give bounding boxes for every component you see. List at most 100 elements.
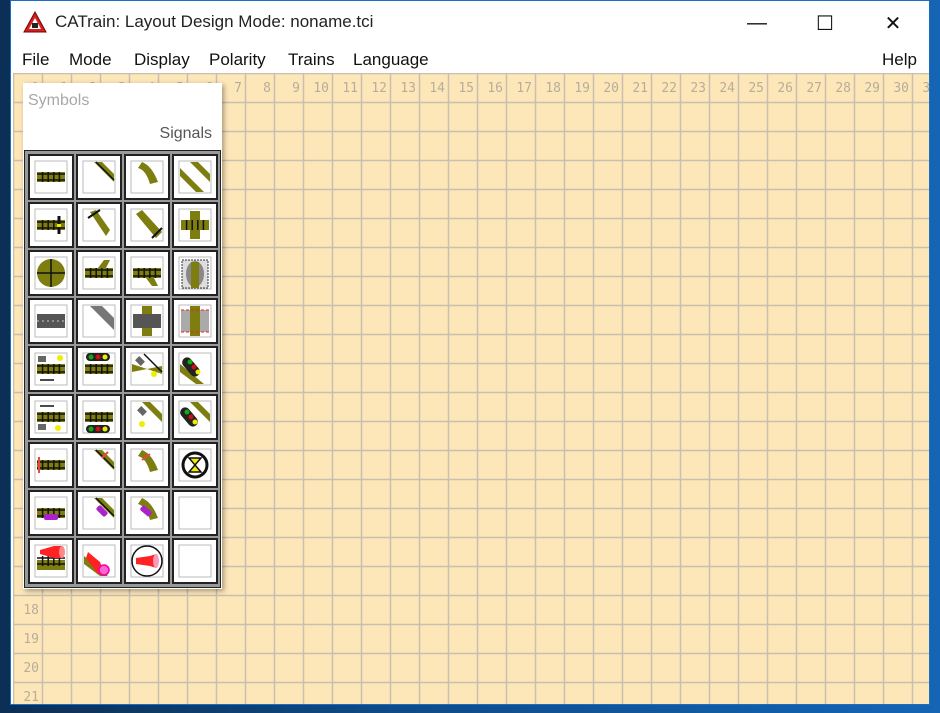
signal-2-aspect-right-icon <box>34 400 68 434</box>
symbol-diagonal-signal-3-aspect[interactable] <box>172 346 218 392</box>
grid-row-label: 19 <box>23 632 39 647</box>
grid-column-label: 16 <box>487 81 503 96</box>
symbol-isolated-curve-track[interactable] <box>124 442 170 488</box>
track-end-buffer-icon <box>34 208 68 242</box>
grid-column-label: 14 <box>429 81 445 96</box>
symbol-track-end-buffer[interactable] <box>28 202 74 248</box>
symbol-horn-track[interactable] <box>28 538 74 584</box>
grid-column-label: 25 <box>748 81 764 96</box>
isolated-diagonal-track-icon <box>82 448 116 482</box>
symbol-switch-left[interactable] <box>124 250 170 296</box>
menu-display[interactable]: Display <box>134 50 190 70</box>
window-title: CATrain: Layout Design Mode: noname.tci <box>55 12 374 31</box>
palette-category[interactable]: Signals <box>160 125 212 143</box>
symbol-signal-3-aspect-right[interactable] <box>76 394 122 440</box>
curve-track-icon <box>130 160 164 194</box>
empty-icon <box>178 544 212 578</box>
level-crossing-icon <box>130 304 164 338</box>
symbol-diagonal-track[interactable] <box>76 154 122 200</box>
switch-left-icon <box>130 256 164 290</box>
grid-column-label: 8 <box>263 81 271 96</box>
symbol-diagonal-signal-2-aspect-right[interactable] <box>124 394 170 440</box>
grid-column-label: 26 <box>777 81 793 96</box>
symbol-horn-standalone[interactable] <box>124 538 170 584</box>
symbol-signal-2-aspect-left[interactable] <box>28 346 74 392</box>
symbol-diagonal-track-end[interactable] <box>76 202 122 248</box>
menu-trains[interactable]: Trains <box>288 50 335 70</box>
menu-polarity[interactable]: Polarity <box>209 50 266 70</box>
grid-column-label: 12 <box>371 81 387 96</box>
straight-track-icon <box>34 160 68 194</box>
symbol-diagonal-road[interactable] <box>76 298 122 344</box>
maximize-icon: ☐ <box>816 12 834 35</box>
symbol-road[interactable] <box>28 298 74 344</box>
grid-column-label: 10 <box>313 81 329 96</box>
contact-curve-track-icon <box>130 496 164 530</box>
road-icon <box>34 304 68 338</box>
grid-row-label: 20 <box>23 661 39 676</box>
symbol-diagonal-signal-2-aspect[interactable] <box>124 346 170 392</box>
symbol-timer[interactable] <box>172 442 218 488</box>
symbol-isolated-diagonal-track[interactable] <box>76 442 122 488</box>
horn-diagonal-track-icon <box>82 544 116 578</box>
menu-help[interactable]: Help <box>882 50 917 70</box>
menu-mode[interactable]: Mode <box>69 50 112 70</box>
isolated-curve-track-icon <box>130 448 164 482</box>
symbol-horn-diagonal-track[interactable] <box>76 538 122 584</box>
symbol-turntable[interactable] <box>28 250 74 296</box>
minimize-icon: — <box>747 11 767 34</box>
grid-column-label: 13 <box>400 81 416 96</box>
symbol-diagonal-signal-3-aspect-right[interactable] <box>172 394 218 440</box>
symbol-empty[interactable] <box>172 490 218 536</box>
symbol-crossing-track[interactable] <box>172 202 218 248</box>
grid-column-label: 19 <box>574 81 590 96</box>
symbol-switch-right[interactable] <box>76 250 122 296</box>
diagonal-signal-2-aspect-icon <box>130 352 164 386</box>
symbol-level-crossing[interactable] <box>124 298 170 344</box>
app-window: CATrain: Layout Design Mode: noname.tci … <box>10 0 930 705</box>
horn-track-icon <box>34 544 68 578</box>
grid-column-label: 7 <box>234 81 242 96</box>
symbol-isolated-track[interactable] <box>28 442 74 488</box>
contact-diagonal-track-icon <box>82 496 116 530</box>
symbol-tunnel[interactable] <box>172 250 218 296</box>
grid-row-label: 21 <box>23 690 39 705</box>
grid-column-label: 24 <box>719 81 735 96</box>
grid-column-label: 22 <box>661 81 677 96</box>
palette-title: Symbols <box>28 92 90 109</box>
grid-column-label: 30 <box>893 81 909 96</box>
symbol-straight-track[interactable] <box>28 154 74 200</box>
title-bar[interactable]: CATrain: Layout Design Mode: noname.tci … <box>11 1 929 45</box>
symbol-empty[interactable] <box>172 538 218 584</box>
symbol-signal-3-aspect-left[interactable] <box>76 346 122 392</box>
symbol-diagonal-track-end-2[interactable] <box>124 202 170 248</box>
symbol-signal-2-aspect-right[interactable] <box>28 394 74 440</box>
horn-standalone-icon <box>130 544 164 578</box>
signal-2-aspect-left-icon <box>34 352 68 386</box>
empty-icon <box>178 496 212 530</box>
grid-column-label: 21 <box>632 81 648 96</box>
grid-column-label: 9 <box>292 81 300 96</box>
diagonal-signal-3-aspect-icon <box>178 352 212 386</box>
menu-language[interactable]: Language <box>353 50 429 70</box>
minimize-button[interactable]: — <box>723 1 791 45</box>
symbol-contact-track[interactable] <box>28 490 74 536</box>
grid-column-label: 11 <box>342 81 358 96</box>
symbol-contact-diagonal-track[interactable] <box>76 490 122 536</box>
diagonal-signal-3-aspect-right-icon <box>178 400 212 434</box>
grid-column-label: 28 <box>835 81 851 96</box>
turntable-icon <box>34 256 68 290</box>
diagonal-road-icon <box>82 304 116 338</box>
switch-right-icon <box>82 256 116 290</box>
tunnel-icon <box>178 256 212 290</box>
grid-column-label: 17 <box>516 81 532 96</box>
symbol-double-diagonal-track[interactable] <box>172 154 218 200</box>
symbol-level-crossing-barriers[interactable] <box>172 298 218 344</box>
maximize-button[interactable]: ☐ <box>791 1 859 45</box>
close-button[interactable]: ✕ <box>859 1 927 45</box>
menu-file[interactable]: File <box>22 50 49 70</box>
symbol-curve-track[interactable] <box>124 154 170 200</box>
grid-column-label: 29 <box>864 81 880 96</box>
symbol-contact-curve-track[interactable] <box>124 490 170 536</box>
contact-track-icon <box>34 496 68 530</box>
